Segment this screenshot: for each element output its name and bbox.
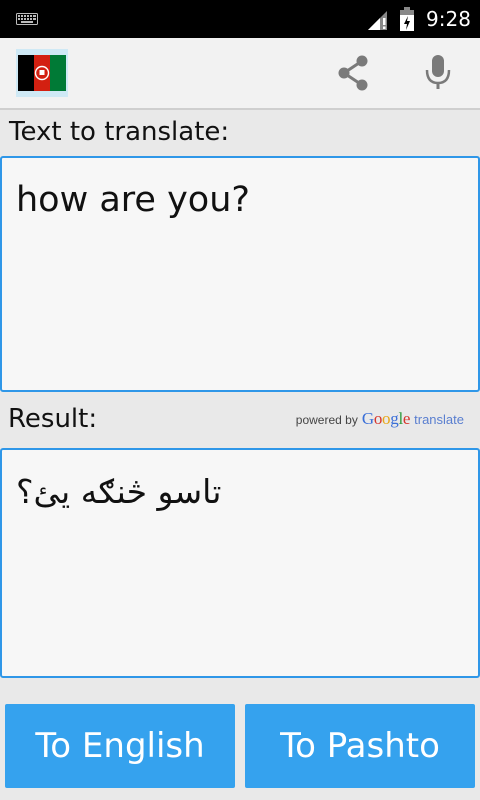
source-text-input[interactable]: how are you?	[0, 156, 480, 392]
clock: 9:28	[426, 7, 471, 31]
signal-icon	[368, 11, 387, 30]
source-text[interactable]: how are you?	[16, 180, 250, 220]
afghanistan-flag-icon[interactable]	[16, 49, 68, 97]
keyboard-icon	[16, 13, 38, 25]
source-label: Text to translate:	[9, 117, 230, 147]
result-text-box[interactable]: تاسو څنګه یئ؟	[0, 448, 480, 678]
result-text[interactable]: تاسو څنګه یئ؟	[16, 472, 221, 511]
battery-icon	[400, 7, 414, 31]
status-bar: 9:28	[0, 0, 480, 38]
microphone-icon[interactable]	[420, 53, 456, 93]
result-label: Result:	[8, 404, 98, 434]
action-bar	[0, 38, 480, 110]
translate-text: translate	[414, 412, 464, 427]
to-english-button[interactable]: To English	[5, 704, 235, 788]
to-pashto-button[interactable]: To Pashto	[245, 704, 475, 788]
google-logo: Google	[361, 409, 411, 428]
powered-by-google-translate: powered by Google translate	[296, 409, 464, 429]
powered-by-text: powered by	[295, 413, 358, 427]
share-icon[interactable]	[334, 53, 374, 93]
